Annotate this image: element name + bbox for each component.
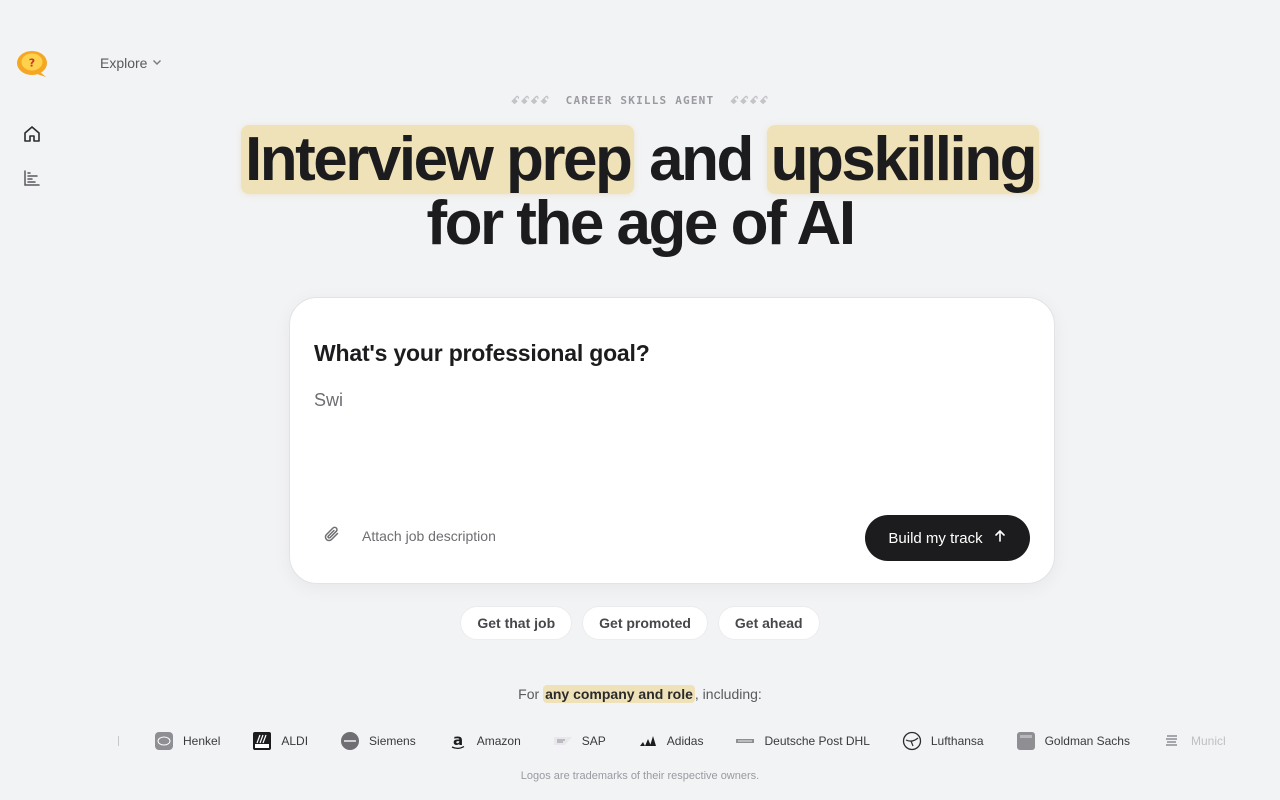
build-my-track-button[interactable]: Build my track [865,515,1030,561]
attach-job-description-button[interactable]: Attach job description [322,524,496,547]
chevron-down-icon [151,55,163,71]
company-name: Amazon [476,734,521,748]
explore-menu[interactable]: Explore [100,55,163,71]
build-label: Build my track [888,529,983,547]
companies-highlight: any company and role [543,685,695,703]
attach-label: Attach job description [362,527,496,544]
chip-get-ahead[interactable]: Get ahead [717,606,820,640]
goldman-sachs-logo-icon [1016,731,1036,751]
company-name: Henkel [183,734,221,748]
lufthansa-logo-icon [902,731,922,751]
goal-input[interactable]: Swi [314,390,1014,490]
eyebrow-text: CAREER SKILLS AGENT [565,94,715,107]
arrow-up-icon [993,529,1007,547]
paperclip-icon [322,524,342,547]
amazon-logo-icon: a [448,731,468,751]
company-siemens: Siemens [340,731,416,751]
munich-re-logo-icon [1162,731,1182,751]
company-name: Siemens [369,734,416,748]
company-adidas: Adidas [638,731,704,751]
app-logo[interactable]: ? [15,49,49,79]
company-henkel: Henkel [154,731,220,751]
sidebar: ? [0,0,64,800]
company-name: SAP [581,734,606,748]
chip-get-that-job[interactable]: Get that job [460,606,573,640]
dhl-logo-icon [735,731,755,751]
trademark-footnote: Logos are trademarks of their respective… [520,770,760,782]
headline-line-1: Interview prep and upskilling [0,125,1280,194]
goal-card: What's your professional goal? Swi Attac… [289,297,1055,584]
strip-edge [118,736,122,746]
company-name: Deutsche Post DHL [764,734,870,748]
sap-logo-icon [553,731,573,751]
eyebrow-deco-right: ꗃꗃꗃꗃ [729,94,770,107]
companies-prefix: For [518,686,544,702]
company-name: Munich [1190,734,1225,748]
companies-intro: For any company and role, including: [0,685,1280,703]
goal-chips: Get that job Get promoted Get ahead [0,606,1280,640]
company-amazon: a Amazon [448,731,521,751]
companies-suffix: , including: [694,686,762,702]
company-sap: SAP [553,731,606,751]
company-deutsche-post-dhl: Deutsche Post DHL [735,731,870,751]
company-name: Lufthansa [930,734,984,748]
company-name: ALDI [281,734,309,748]
aldi-logo-icon [252,731,272,751]
goal-card-title: What's your professional goal? [314,340,650,366]
headline-highlight-1: Interview prep [241,125,635,194]
svg-text:?: ? [29,57,35,70]
company-aldi: ALDI [252,731,308,751]
company-name: Goldman Sachs [1044,734,1130,748]
company-logo-strip: Henkel ALDI Siemens a Amazon SAP Adidas [118,730,1225,752]
company-goldman-sachs: Goldman Sachs [1016,731,1130,751]
siemens-logo-icon [340,731,360,751]
chip-get-promoted[interactable]: Get promoted [582,606,708,640]
henkel-logo-icon [154,731,174,751]
eyebrow-deco-left: ꗃꗃꗃꗃ [510,94,551,107]
headline-mid: and [634,125,767,194]
company-munich: Munich [1162,731,1225,751]
headline-highlight-2: upskilling [766,125,1039,194]
explore-label: Explore [100,55,148,71]
page-title: Interview prep and upskilling for the ag… [0,125,1280,258]
eyebrow: ꗃꗃꗃꗃ CAREER SKILLS AGENT ꗃꗃꗃꗃ [0,94,1280,108]
adidas-logo-icon [638,731,658,751]
headline-line-2: for the age of AI [426,189,856,258]
company-name: Adidas [666,734,704,748]
svg-text:a: a [453,731,463,749]
company-lufthansa: Lufthansa [902,731,984,751]
